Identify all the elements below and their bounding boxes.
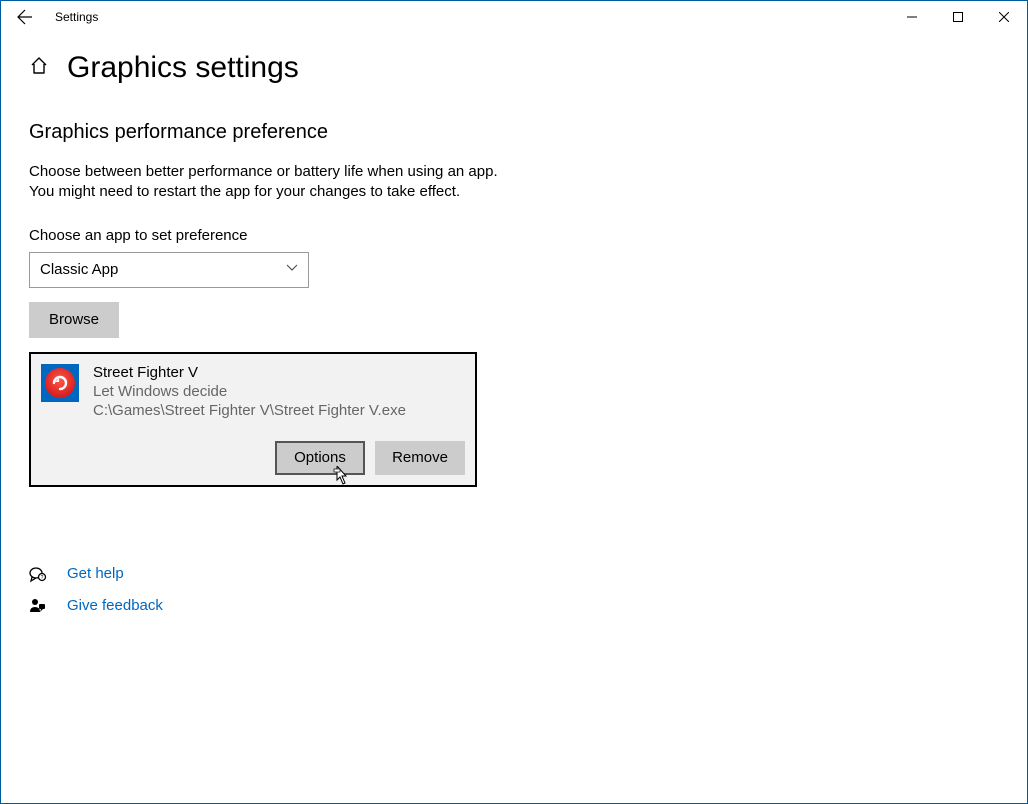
app-preference: Let Windows decide — [93, 383, 406, 400]
app-card-buttons: Options Remove — [41, 441, 465, 475]
app-card-top: Street Fighter V Let Windows decide C:\G… — [41, 364, 465, 419]
minimize-button[interactable] — [889, 1, 935, 33]
svg-text:?: ? — [41, 575, 44, 581]
page-title: Graphics settings — [67, 51, 299, 85]
arrow-left-icon — [17, 9, 33, 25]
home-icon[interactable] — [29, 56, 49, 80]
section-heading: Graphics performance preference — [29, 121, 999, 144]
give-feedback-row[interactable]: Give feedback — [29, 597, 999, 615]
description-line-2: You might need to restart the app for yo… — [29, 182, 999, 202]
settings-window: Settings Graphics settings Graphics perf… — [0, 0, 1028, 804]
get-help-row[interactable]: ? Get help — [29, 565, 999, 583]
app-meta: Street Fighter V Let Windows decide C:\G… — [93, 364, 406, 419]
browse-button-label: Browse — [49, 311, 99, 328]
app-type-value: Classic App — [40, 261, 118, 278]
help-icon: ? — [29, 565, 47, 583]
app-path: C:\Games\Street Fighter V\Street Fighter… — [93, 402, 406, 419]
close-icon — [999, 12, 1009, 22]
browse-button[interactable]: Browse — [29, 302, 119, 338]
app-icon — [41, 364, 79, 402]
window-controls — [889, 1, 1027, 33]
app-card[interactable]: Street Fighter V Let Windows decide C:\G… — [29, 352, 477, 487]
back-button[interactable] — [1, 1, 49, 33]
options-button[interactable]: Options — [275, 441, 365, 475]
get-help-link: Get help — [67, 565, 124, 582]
window-title: Settings — [55, 10, 98, 24]
close-button[interactable] — [981, 1, 1027, 33]
options-button-label: Options — [294, 449, 346, 466]
minimize-icon — [907, 12, 917, 22]
give-feedback-link: Give feedback — [67, 597, 163, 614]
page-header: Graphics settings — [29, 51, 999, 85]
remove-button-label: Remove — [392, 449, 448, 466]
section-description: Choose between better performance or bat… — [29, 162, 999, 203]
content-area: Graphics settings Graphics performance p… — [1, 33, 1027, 803]
app-icon-inner — [45, 368, 75, 398]
app-name: Street Fighter V — [93, 364, 406, 381]
bottom-links: ? Get help Give feedback — [29, 565, 999, 615]
maximize-icon — [953, 12, 963, 22]
titlebar: Settings — [1, 1, 1027, 33]
maximize-button[interactable] — [935, 1, 981, 33]
description-line-1: Choose between better performance or bat… — [29, 162, 999, 182]
app-type-select[interactable]: Classic App — [29, 252, 309, 288]
app-type-label: Choose an app to set preference — [29, 227, 999, 244]
feedback-icon — [29, 597, 47, 615]
chevron-down-icon — [286, 261, 298, 278]
remove-button[interactable]: Remove — [375, 441, 465, 475]
